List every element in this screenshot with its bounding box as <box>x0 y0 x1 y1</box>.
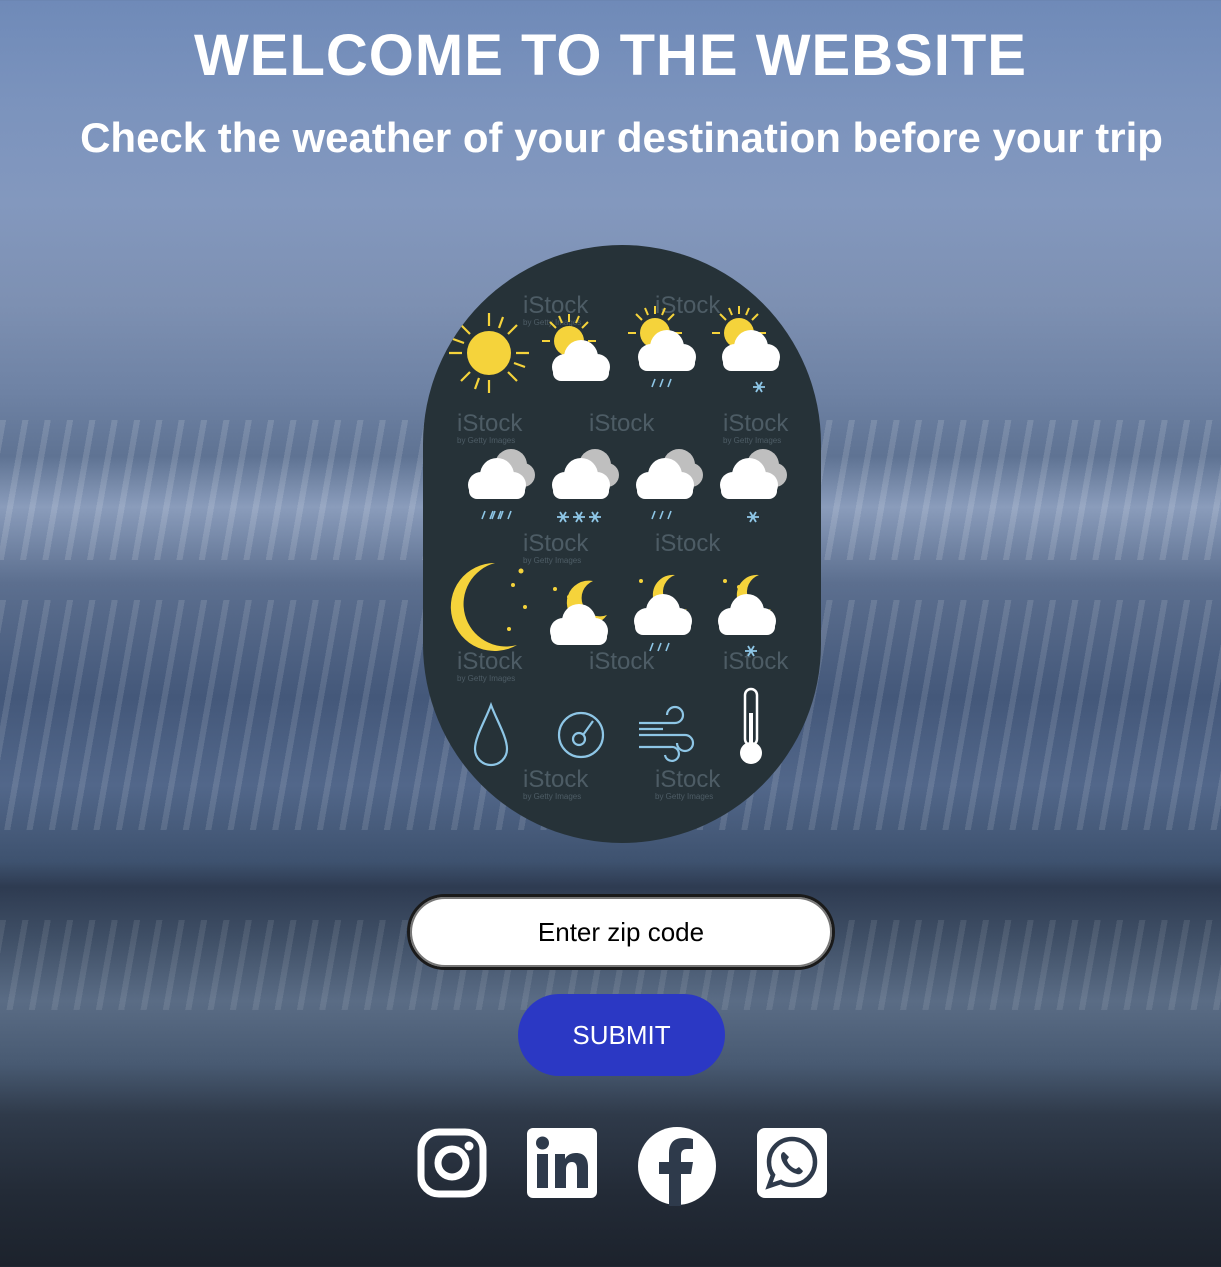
svg-text:iStock: iStock <box>457 648 523 675</box>
cloud-rain-icon <box>468 449 535 520</box>
svg-text:iStock: iStock <box>655 292 721 319</box>
linkedin-icon <box>527 1128 597 1198</box>
weather-icons-image: iStock iStock iStock iStock iStock iStoc… <box>423 245 821 843</box>
pressure-icon <box>557 711 605 759</box>
zip-code-input[interactable] <box>407 894 835 970</box>
svg-text:iStock: iStock <box>457 410 523 437</box>
moon-snow-icon <box>718 574 776 657</box>
svg-text:by Getty Images: by Getty Images <box>523 792 581 801</box>
sun-snow-icon <box>711 305 780 393</box>
instagram-link[interactable] <box>417 1128 487 1198</box>
facebook-icon <box>638 1127 716 1206</box>
svg-text:by Getty Images: by Getty Images <box>457 436 515 445</box>
svg-text:iStock: iStock <box>523 530 589 557</box>
facebook-link[interactable] <box>637 1127 717 1206</box>
page-title: WELCOME TO THE WEBSITE <box>194 23 1027 88</box>
whatsapp-link[interactable] <box>757 1128 827 1198</box>
cloud-light-snow-icon <box>720 449 787 523</box>
svg-text:iStock: iStock <box>655 766 721 793</box>
svg-text:iStock: iStock <box>655 530 721 557</box>
moon-cloud-icon <box>550 580 608 645</box>
svg-text:by Getty Images: by Getty Images <box>523 556 581 565</box>
cloud-light-rain-icon <box>636 449 703 520</box>
watermark-text: iStock <box>523 292 589 319</box>
svg-text:iStock: iStock <box>589 410 655 437</box>
sun-icon <box>449 313 529 393</box>
svg-text:iStock: iStock <box>723 410 789 437</box>
svg-text:iStock: iStock <box>723 648 789 675</box>
linkedin-link[interactable] <box>527 1128 597 1198</box>
page-subtitle: Check the weather of your destination be… <box>80 114 1163 161</box>
instagram-icon <box>417 1128 487 1198</box>
whatsapp-icon <box>757 1128 827 1198</box>
cloud-snow-icon <box>552 449 619 523</box>
svg-text:by Getty Images: by Getty Images <box>655 792 713 801</box>
moon-icon <box>450 562 527 651</box>
svg-text:iStock: iStock <box>589 648 655 675</box>
moon-rain-icon <box>634 574 692 652</box>
svg-text:by Getty Images: by Getty Images <box>523 318 581 327</box>
svg-text:by Getty Images: by Getty Images <box>457 674 515 683</box>
submit-button[interactable]: SUBMIT <box>518 994 725 1076</box>
svg-text:iStock: iStock <box>523 766 589 793</box>
wind-icon <box>639 705 695 762</box>
thermometer-icon <box>740 687 762 764</box>
humidity-icon <box>473 701 509 767</box>
svg-text:by Getty Images: by Getty Images <box>723 436 781 445</box>
